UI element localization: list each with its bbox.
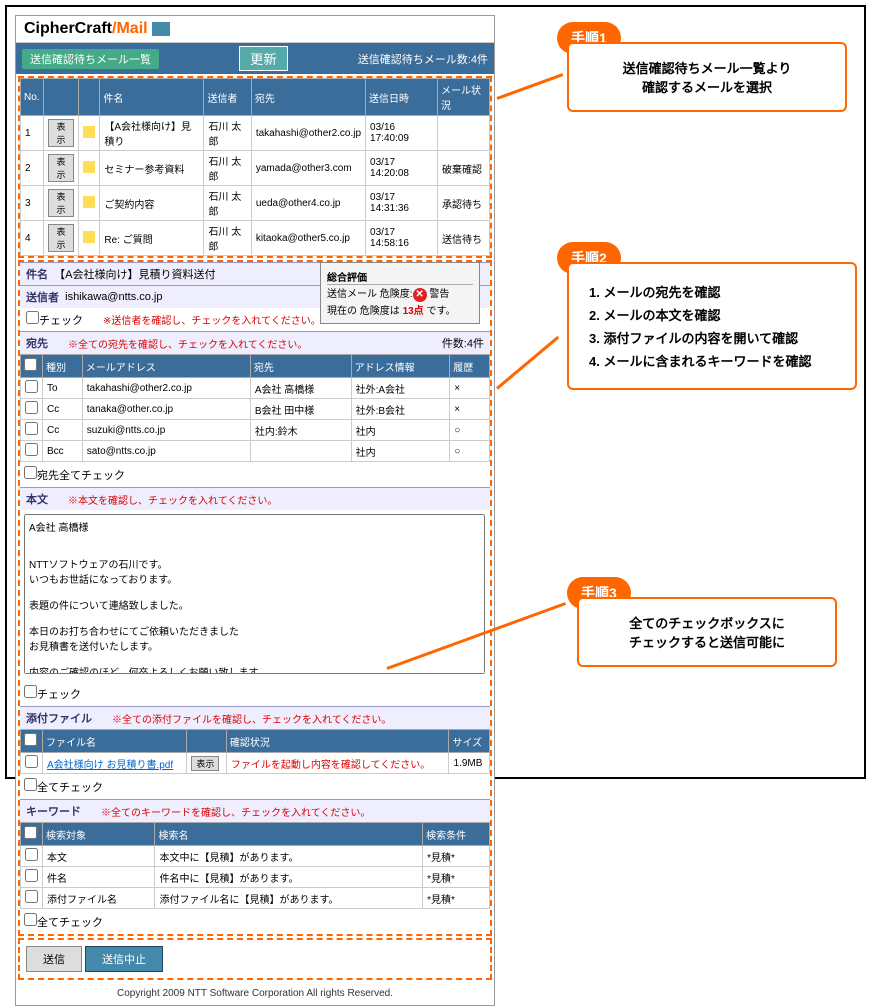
show-attach-button[interactable]: 表示	[191, 756, 219, 771]
detail-highlight: 件名 【A会社様向け】見積り資料送付 送信者 ishikawa@ntts.co.…	[18, 260, 492, 936]
connector-line	[496, 336, 559, 390]
show-button[interactable]: 表示	[48, 224, 75, 252]
keyword-label: キーワード	[26, 803, 81, 819]
table-row: 2表示セミナー参考資料石川 太郎yamada@other3.com03/17 1…	[21, 151, 490, 186]
show-button[interactable]: 表示	[48, 119, 75, 147]
subject-label: 件名	[26, 266, 48, 282]
evaluation-box: 総合評価 送信メール 危険度:✕ 警告 現在の 危険度は 13点 です。	[320, 262, 480, 324]
toolbar: 送信確認待ちメール一覧 更新 送信確認待ちメール数:4件	[16, 43, 494, 74]
keyword-all-check[interactable]	[24, 913, 37, 926]
copyright: Copyright 2009 NTT Software Corporation …	[16, 982, 494, 1005]
update-button[interactable]: 更新	[239, 46, 288, 71]
sender-note: ※送信者を確認し、チェックを入れてください。	[103, 316, 321, 327]
edit-icon[interactable]	[83, 196, 95, 208]
show-button[interactable]: 表示	[48, 154, 75, 182]
subject-value: 【A会社様向け】見積り資料送付	[54, 266, 215, 282]
danger-icon: ✕	[413, 288, 427, 302]
dest-check-all[interactable]	[24, 358, 37, 371]
connector-line	[496, 73, 563, 100]
brand-bar: CipherCraft/Mail	[16, 16, 494, 43]
buttons-highlight: 送信 送信中止	[18, 938, 492, 980]
sender-value: ishikawa@ntts.co.jp	[65, 291, 162, 303]
attach-link[interactable]: A会社様向け お見積り書.pdf	[47, 760, 173, 771]
brand-text-2: /Mail	[112, 20, 148, 37]
mail-list-table: No.件名送信者宛先送信日時メール状況 1表示【A会社様向け】見積り石川 太郎t…	[20, 78, 490, 256]
edit-icon[interactable]	[83, 126, 95, 138]
mail-list-highlight: No.件名送信者宛先送信日時メール状況 1表示【A会社様向け】見積り石川 太郎t…	[18, 76, 492, 258]
dest-all-check[interactable]	[24, 466, 37, 479]
sender-check[interactable]	[26, 311, 39, 324]
sender-label: 送信者	[26, 289, 59, 305]
attach-label: 添付ファイル	[26, 710, 92, 726]
send-button[interactable]: 送信	[26, 946, 82, 972]
app-window: CipherCraft/Mail 送信確認待ちメール一覧 更新 送信確認待ちメー…	[15, 15, 495, 1006]
body-check[interactable]	[24, 685, 37, 698]
table-row: 3表示ご契約内容石川 太郎ueda@other4.co.jp03/17 14:3…	[21, 186, 490, 221]
body-textarea[interactable]	[24, 514, 485, 674]
edit-icon[interactable]	[83, 231, 95, 243]
mail-icon	[152, 22, 170, 36]
dest-table: 種別メールアドレス宛先アドレス情報履歴 Totakahashi@other2.c…	[20, 354, 490, 462]
show-button[interactable]: 表示	[48, 189, 75, 217]
table-row: 4表示Re: ご質問石川 太郎kitaoka@other5.co.jp03/17…	[21, 221, 490, 256]
edit-icon[interactable]	[83, 161, 95, 173]
attach-all-check[interactable]	[24, 778, 37, 791]
attach-table: ファイル名確認状況サイズ A会社様向け お見積り書.pdf表示ファイルを起動し内…	[20, 729, 490, 774]
step1-callout: 送信確認待ちメール一覧より確認するメールを選択	[567, 42, 847, 112]
cancel-send-button[interactable]: 送信中止	[85, 946, 163, 972]
brand-text-1: CipherCraft	[24, 20, 112, 37]
table-row: 1表示【A会社様向け】見積り石川 太郎takahashi@other2.co.j…	[21, 116, 490, 151]
step3-callout: 全てのチェックボックスにチェックすると送信可能に	[577, 597, 837, 667]
step2-callout: 1. メールの宛先を確認 2. メールの本文を確認 3. 添付ファイルの内容を開…	[567, 262, 857, 390]
body-label: 本文	[26, 491, 48, 507]
mail-count: 送信確認待ちメール数:4件	[358, 51, 488, 67]
list-title: 送信確認待ちメール一覧	[22, 49, 159, 69]
dest-label: 宛先	[26, 335, 48, 351]
keyword-table: 検索対象検索名検索条件 本文本文中に【見積】があります。*見積* 件名件名中に【…	[20, 822, 490, 909]
